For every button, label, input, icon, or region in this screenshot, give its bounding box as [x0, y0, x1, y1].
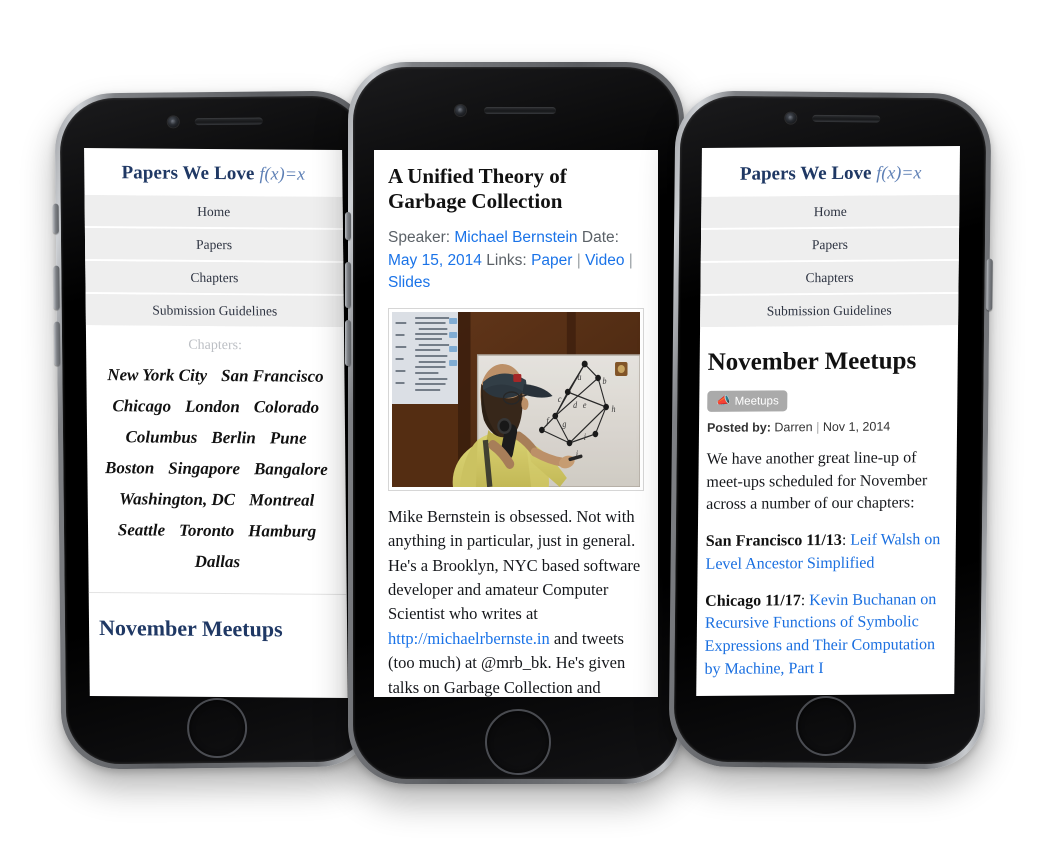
volume-up-button[interactable] — [345, 262, 351, 308]
site-logo-formula: f(x)=x — [259, 163, 306, 184]
link-separator: | — [576, 251, 581, 269]
chapter-link[interactable]: Montreal — [249, 490, 314, 510]
list-item: San Francisco 11/13: Leif Walsh on Level… — [697, 515, 956, 576]
post-date: Nov 1, 2014 — [822, 419, 891, 435]
sidebar-item-papers[interactable]: Papers — [84, 227, 344, 264]
mute-switch[interactable] — [345, 212, 351, 240]
chapter-link[interactable]: London — [185, 397, 240, 416]
post-intro: We have another great line-up of meet-up… — [706, 449, 928, 514]
home-button[interactable] — [795, 695, 857, 757]
sidebar-item-chapters[interactable]: Chapters — [700, 260, 959, 296]
chapter-link[interactable]: Chicago — [112, 396, 171, 415]
chapter-link[interactable]: Boston — [105, 458, 154, 477]
chapter-link[interactable]: San Francisco — [221, 366, 324, 386]
sidebar-item-papers[interactable]: Papers — [700, 227, 960, 264]
chapter-link[interactable]: New York City — [107, 365, 207, 385]
chapters-heading: Chapters: — [188, 337, 243, 354]
meetup-date: 11/17 — [765, 591, 801, 610]
status-badge[interactable]: 📣 Meetups — [707, 390, 788, 412]
main-nav: Home Papers Chapters Submission Guidelin… — [700, 194, 960, 327]
posted-by: Posted by: Darren | Nov 1, 2014 — [699, 410, 957, 435]
speaker-link[interactable]: Michael Bernstein — [454, 229, 577, 246]
chapters-cloud: New York City San Francisco Chicago London C… — [86, 357, 346, 578]
speaker-photo-frame: abc def ghi j — [388, 307, 644, 491]
earpiece-speaker — [484, 107, 556, 114]
post-body-part-1: Mike Bernstein is obsessed. Not with any… — [388, 506, 641, 624]
site-logo[interactable]: Papers We Love f(x)=x — [701, 146, 960, 197]
sidebar-item-home[interactable]: Home — [701, 194, 960, 231]
slides-link[interactable]: Slides — [388, 274, 430, 291]
chapter-link[interactable]: Dallas — [195, 552, 241, 571]
page-title: November Meetups — [707, 347, 917, 376]
speaker-photo-image: a bc d ef ghi j — [392, 311, 640, 487]
chapter-link[interactable]: Colorado — [254, 397, 319, 417]
mute-switch[interactable] — [52, 203, 59, 234]
home-button[interactable] — [485, 709, 551, 775]
volume-down-button[interactable] — [53, 321, 61, 366]
speaker-label: Speaker: — [388, 229, 451, 247]
status-badge-label: Meetups — [734, 395, 779, 408]
phone-left: Papers We Love f(x)=x Home Papers Chapte… — [52, 90, 378, 770]
post-meta: Speaker: Michael Bernstein Date: May 15,… — [374, 214, 658, 294]
megaphone-icon: 📣 — [716, 395, 731, 408]
front-camera-icon — [455, 105, 466, 116]
post-body: Mike Bernstein is obsessed. Not with any… — [374, 491, 658, 697]
home-button[interactable] — [186, 697, 248, 759]
front-camera-icon — [167, 116, 179, 128]
chapter-link[interactable]: Hamburg — [248, 521, 316, 541]
phone-center: A Unified Theory of Garbage Collection S… — [345, 62, 687, 784]
page-title: A Unified Theory of Garbage Collection — [388, 164, 567, 214]
date-link[interactable]: May 15, 2014 — [388, 252, 482, 269]
paper-link[interactable]: Paper — [531, 252, 572, 269]
volume-up-button[interactable] — [53, 265, 60, 310]
links-label: Links: — [486, 251, 527, 269]
sidebar-item-home[interactable]: Home — [84, 194, 343, 231]
phone-left-screen: Papers We Love f(x)=x Home Papers Chapte… — [84, 148, 348, 698]
chapter-link[interactable]: Singapore — [168, 459, 240, 479]
link-separator: | — [628, 251, 633, 269]
site-logo-formula: f(x)=x — [876, 162, 922, 183]
site-logo[interactable]: Papers We Love f(x)=x — [84, 148, 343, 197]
phone-right: Papers We Love f(x)=x Home Papers Chapte… — [668, 90, 993, 770]
chapter-link[interactable]: Seattle — [118, 520, 165, 539]
earpiece-speaker — [194, 117, 263, 126]
main-nav: Home Papers Chapters Submission Guidelin… — [84, 194, 344, 328]
site-logo-text: Papers We Love — [121, 162, 255, 185]
site-logo-text: Papers We Love — [739, 162, 872, 185]
chapter-link[interactable]: Toronto — [179, 521, 234, 540]
phone-right-screen: Papers We Love f(x)=x Home Papers Chapte… — [696, 145, 960, 696]
earpiece-speaker — [812, 114, 881, 123]
chapter-link[interactable]: Berlin — [211, 428, 256, 447]
meetup-chapter: San Francisco — [705, 532, 803, 551]
power-button[interactable] — [986, 258, 993, 311]
meetup-chapter: Chicago — [705, 592, 762, 610]
author-site-link[interactable]: http://michaelrbernste.in — [388, 629, 550, 648]
three-phone-mockup: Papers We Love f(x)=x Home Papers Chapte… — [0, 0, 1043, 843]
volume-down-button[interactable] — [345, 320, 351, 366]
phone-center-screen: A Unified Theory of Garbage Collection S… — [374, 150, 658, 697]
video-link[interactable]: Video — [585, 252, 624, 269]
date-label: Date: — [581, 229, 619, 247]
meetup-colon: : — [800, 591, 806, 609]
next-post-title-peek[interactable]: November Meetups — [89, 593, 348, 643]
sidebar-item-submission-guidelines[interactable]: Submission Guidelines — [700, 293, 959, 327]
meetup-date: 11/13 — [806, 532, 842, 550]
posted-by-label: Posted by: — [706, 420, 772, 435]
chapter-link[interactable]: Bangalore — [254, 459, 328, 479]
chapter-link[interactable]: Pune — [270, 428, 307, 447]
meta-separator: | — [816, 420, 820, 435]
sidebar-item-submission-guidelines[interactable]: Submission Guidelines — [85, 293, 344, 328]
post-author: Darren — [774, 420, 813, 435]
sidebar-item-chapters[interactable]: Chapters — [85, 260, 344, 297]
meetup-colon: : — [841, 531, 847, 550]
list-item: Chicago 11/17: Kevin Buchanan on Recursi… — [696, 575, 955, 682]
chapter-link[interactable]: Columbus — [125, 427, 197, 447]
speaker-photo: abc def ghi j — [392, 311, 640, 487]
front-camera-icon — [785, 112, 797, 124]
chapter-link[interactable]: Washington, DC — [119, 489, 235, 509]
